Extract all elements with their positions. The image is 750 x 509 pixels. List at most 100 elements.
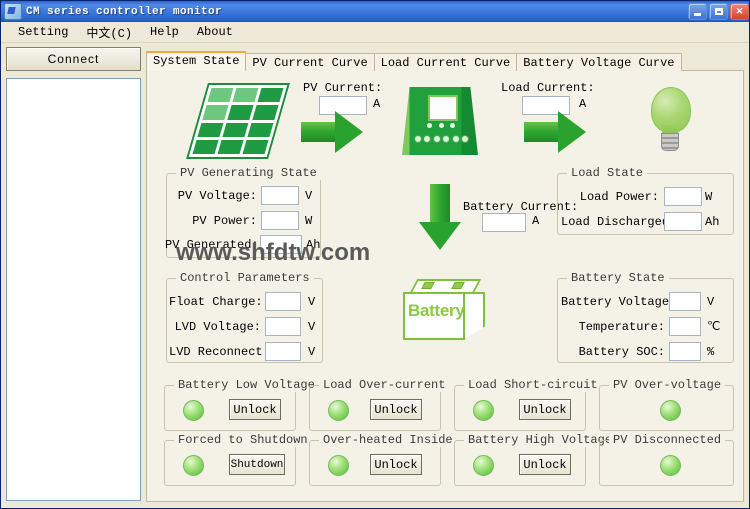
battery-voltage-label: Battery Voltage: [561,294,677,309]
lvd-voltage-label: LVD Voltage: [174,319,261,334]
pv-current-label: PV Current: [303,81,383,95]
load-current-label: Load Current: [501,81,595,95]
lvd-reconnect-input[interactable] [265,342,301,361]
menu-item-about[interactable]: About [188,23,242,41]
lvd-reconnect-unit: V [308,344,316,359]
lvd-voltage-input[interactable] [265,317,301,336]
led-indicator-load-short-circuit [473,400,494,421]
log-listbox[interactable] [6,78,141,501]
status-panel-load-over-current: Load Over-current Unlock [309,378,450,431]
close-button[interactable]: ✕ [730,3,749,20]
lvd-voltage-unit: V [308,319,316,334]
menu-bar: Setting 中文(C) Help About [1,22,749,43]
temperature-input[interactable] [669,317,701,336]
battery-current-input[interactable] [482,213,526,232]
status-panel-pv-over-voltage: PV Over-voltage [599,378,734,431]
battery-voltage-input[interactable] [669,292,701,311]
status-panel-over-heated-inside: Over-heated Inside Unlock [309,433,457,486]
tab-load-current-curve[interactable]: Load Current Curve [373,53,518,71]
menu-item-chinese[interactable]: 中文(C) [77,22,141,43]
pv-generated-unit: Ah [306,237,321,252]
battery-icon: Battery [403,279,487,345]
pv-generated-label: PV Generated: [165,237,259,252]
load-discharged-input[interactable] [664,212,702,231]
load-discharged-label: Load Discharged: [561,214,677,229]
unlock-button-battery-high-voltage[interactable]: Unlock [519,454,571,475]
status-title-pv-over-voltage: PV Over-voltage [609,378,726,392]
status-panel-battery-low-voltage: Battery Low Voltage Unlock [164,378,319,431]
pv-generating-state-title: PV Generating State [176,166,321,180]
load-power-input[interactable] [664,187,702,206]
led-indicator-over-heated-inside [328,455,349,476]
led-indicator-pv-over-voltage [660,400,681,421]
battery-state-title: Battery State [567,271,669,285]
status-title-load-short-circuit: Load Short-circuit [464,378,602,392]
app-icon [4,3,22,20]
status-title-load-over-current: Load Over-current [319,378,450,392]
battery-icon-label: Battery [408,301,465,320]
load-power-label: Load Power: [579,189,659,204]
float-charge-label: Float Charge: [169,294,263,309]
tab-pv-current-curve[interactable]: PV Current Curve [245,53,375,71]
led-indicator-battery-high-voltage [473,455,494,476]
menu-item-setting[interactable]: Setting [9,23,77,41]
status-title-battery-high-voltage: Battery High Voltage [464,433,617,447]
unlock-button-over-heated-inside[interactable]: Unlock [370,454,422,475]
battery-current-unit: A [532,214,540,228]
unlock-button-load-short-circuit[interactable]: Unlock [519,399,571,420]
application-window: CM series controller monitor ✕ Setting 中… [0,0,750,509]
load-power-unit: W [705,189,713,204]
pv-voltage-label: PV Voltage: [177,188,257,203]
control-parameters-title: Control Parameters [176,271,314,285]
unlock-button-load-over-current[interactable]: Unlock [370,399,422,420]
sidebar: Connect [6,47,141,502]
tab-strip: System State PV Current Curve Load Curre… [146,51,682,71]
pv-power-unit: W [305,213,313,228]
pv-generated-input[interactable] [260,235,302,254]
status-title-forced-to-shutdown: Forced to Shutdown [174,433,312,447]
temperature-label: Temperature: [578,319,665,334]
battery-soc-label: Battery SOC: [578,344,665,359]
charge-controller-icon [394,87,486,155]
status-panel-forced-to-shutdown: Forced to Shutdown Shutdown [164,433,312,486]
status-panel-load-short-circuit: Load Short-circuit Unlock [454,378,602,431]
led-indicator-forced-to-shutdown [183,455,204,476]
title-bar: CM series controller monitor ✕ [1,1,749,22]
battery-soc-input[interactable] [669,342,701,361]
tab-system-state[interactable]: System State [146,51,247,71]
status-title-pv-disconnected: PV Disconnected [609,433,726,447]
battery-soc-unit: % [707,344,715,359]
shutdown-button[interactable]: Shutdown [229,454,285,475]
arrow-right-icon-pv [301,111,363,153]
status-title-over-heated-inside: Over-heated Inside [319,433,457,447]
status-title-battery-low-voltage: Battery Low Voltage [174,378,319,392]
tab-battery-voltage-curve[interactable]: Battery Voltage Curve [516,53,682,71]
float-charge-input[interactable] [265,292,301,311]
minimize-button[interactable] [688,3,707,20]
pv-current-unit: A [373,97,381,111]
float-charge-unit: V [308,294,316,309]
light-bulb-icon [645,87,695,157]
window-controls: ✕ [688,3,749,20]
solar-panel-icon [186,83,290,159]
connect-button[interactable]: Connect [6,47,141,71]
led-indicator-load-over-current [328,400,349,421]
load-current-unit: A [579,97,587,111]
pv-power-label: PV Power: [192,213,257,228]
battery-voltage-unit: V [707,294,715,309]
pv-power-input[interactable] [261,211,299,230]
arrow-right-icon-load [524,111,586,153]
load-discharged-unit: Ah [705,214,720,229]
arrow-down-icon-battery [419,184,461,250]
lvd-reconnect-label: LVD Reconnect: [169,344,270,359]
pv-voltage-input[interactable] [261,186,299,205]
unlock-button-battery-low-voltage[interactable]: Unlock [229,399,281,420]
status-panel-pv-disconnected: PV Disconnected [599,433,734,486]
menu-item-help[interactable]: Help [141,23,188,41]
maximize-button[interactable] [709,3,728,20]
led-indicator-battery-low-voltage [183,400,204,421]
pv-voltage-unit: V [305,188,313,203]
load-state-title: Load State [567,166,648,180]
temperature-unit: ℃ [707,320,721,334]
led-indicator-pv-disconnected [660,455,681,476]
